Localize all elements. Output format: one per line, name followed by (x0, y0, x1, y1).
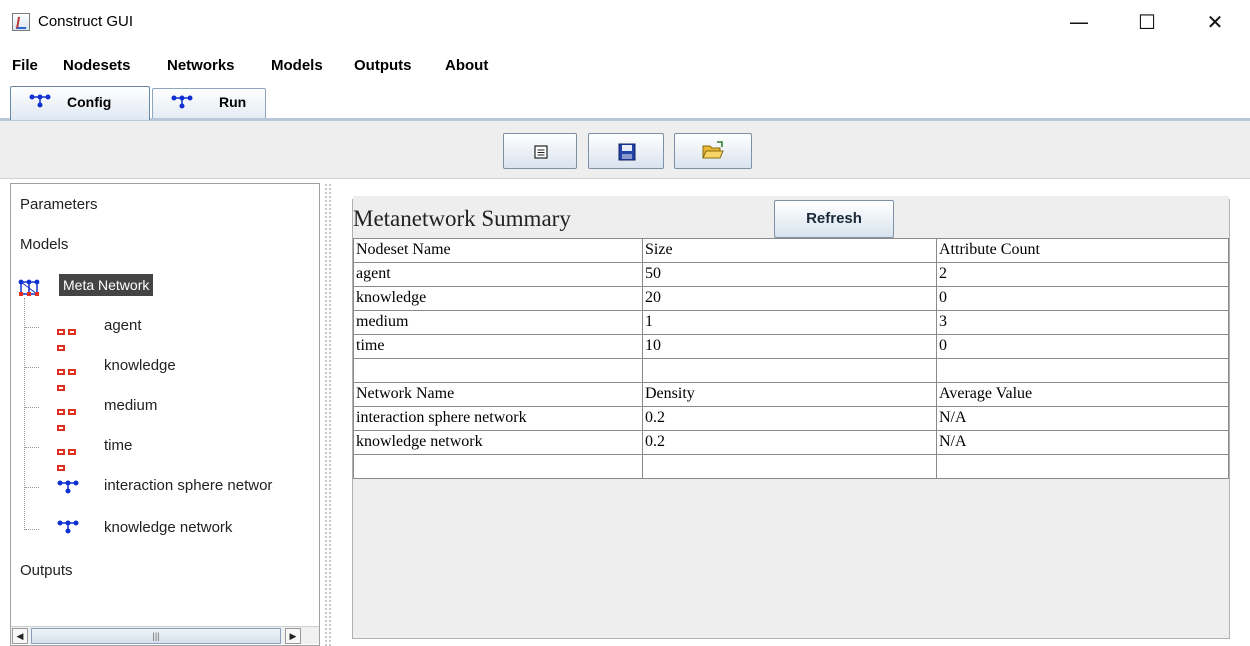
new-document-button[interactable] (503, 133, 577, 169)
table-cell: time (353, 334, 643, 359)
table-cell: 0.2 (642, 430, 937, 455)
table-cell: 20 (642, 286, 937, 311)
table-row: Nodeset Name Size Attribute Count (353, 238, 1229, 263)
title-bar: Construct GUI — ☐ ✕ (0, 0, 1250, 44)
tree-item-time[interactable]: time (104, 437, 132, 454)
table-cell: knowledge network (353, 430, 643, 455)
table-cell: 10 (642, 334, 937, 359)
table-cell (642, 358, 937, 383)
table-cell: 0.2 (642, 406, 937, 431)
tree-item-interaction-sphere-network[interactable]: interaction sphere networ (104, 477, 318, 494)
table-row-empty (353, 454, 1229, 479)
table-row-empty (353, 358, 1229, 383)
tree-outputs[interactable]: Outputs (20, 562, 73, 579)
menu-about[interactable]: About (445, 57, 488, 74)
tree-item-knowledge-network[interactable]: knowledge network (104, 519, 232, 536)
metanetwork-summary-table: Nodeset Name Size Attribute Count agent … (353, 238, 1229, 479)
toolbar (0, 121, 1250, 179)
tab-strip: Config Run (0, 84, 1250, 120)
tree-connector (25, 487, 39, 488)
close-button[interactable]: ✕ (1192, 0, 1238, 44)
network-icon (171, 95, 193, 109)
table-cell: 0 (936, 334, 1229, 359)
table-cell (936, 358, 1229, 383)
table-cell: interaction sphere network (353, 406, 643, 431)
nodeset-icon (57, 402, 87, 431)
menu-outputs[interactable]: Outputs (354, 57, 412, 74)
table-cell: 3 (936, 310, 1229, 335)
table-cell (353, 358, 643, 383)
tree-guide-line (24, 298, 25, 530)
tab-config-label: Config (67, 94, 112, 110)
nodeset-icon (57, 322, 87, 351)
tree-horizontal-scrollbar[interactable]: ◀ ||| ▶ (11, 626, 319, 644)
tab-run[interactable]: Run (152, 88, 266, 118)
tree-connector (25, 327, 39, 328)
tab-run-label: Run (219, 94, 247, 110)
table-header-cell: Network Name (353, 382, 643, 407)
table-header-cell: Size (642, 238, 937, 263)
table-cell: 50 (642, 262, 937, 287)
tree-item-agent[interactable]: agent (104, 317, 142, 334)
menu-bar: File Nodesets Networks Models Outputs Ab… (0, 52, 1250, 80)
tree-meta-network[interactable]: Meta Network (59, 274, 154, 296)
nodeset-icon (57, 362, 87, 391)
menu-file[interactable]: File (12, 57, 38, 74)
tree-models[interactable]: Models (20, 236, 68, 253)
tree-connector (25, 407, 39, 408)
table-row: knowledge 20 0 (353, 286, 1229, 311)
table-row: Network Name Density Average Value (353, 382, 1229, 407)
tree-connector (25, 367, 39, 368)
table-cell (642, 454, 937, 479)
table-row: agent 50 2 (353, 262, 1229, 287)
document-icon (534, 145, 548, 159)
network-icon (57, 480, 79, 494)
open-folder-button[interactable] (674, 133, 752, 169)
table-cell: medium (353, 310, 643, 335)
tree-item-knowledge[interactable]: knowledge (104, 357, 176, 374)
table-cell: knowledge (353, 286, 643, 311)
menu-models[interactable]: Models (271, 57, 323, 74)
tree-item-medium[interactable]: medium (104, 397, 157, 414)
table-row: time 10 0 (353, 334, 1229, 359)
tree-connector (25, 447, 39, 448)
network-icon (29, 94, 51, 108)
network-icon (57, 520, 79, 534)
refresh-button[interactable]: Refresh (774, 200, 894, 238)
table-header-cell: Density (642, 382, 937, 407)
table-row: knowledge network 0.2 N/A (353, 430, 1229, 455)
table-cell: 1 (642, 310, 937, 335)
scroll-right-arrow-icon[interactable]: ▶ (285, 628, 301, 644)
tree-parameters[interactable]: Parameters (20, 196, 98, 213)
table-header-cell: Nodeset Name (353, 238, 643, 263)
maximize-button[interactable]: ☐ (1124, 0, 1170, 44)
table-cell (936, 454, 1229, 479)
scroll-left-arrow-icon[interactable]: ◀ (12, 628, 28, 644)
table-cell: 0 (936, 286, 1229, 311)
tab-config[interactable]: Config (10, 86, 150, 120)
scroll-thumb[interactable]: ||| (31, 628, 281, 644)
table-cell (353, 454, 643, 479)
floppy-disk-icon (618, 143, 636, 161)
tree-connector (25, 529, 39, 530)
open-folder-icon (702, 141, 724, 159)
table-cell: agent (353, 262, 643, 287)
java-app-icon (12, 13, 30, 31)
meta-network-icon (18, 279, 40, 296)
summary-title-text: Metanetwork Summary (353, 206, 571, 231)
table-row: medium 1 3 (353, 310, 1229, 335)
table-cell: N/A (936, 406, 1229, 431)
nodeset-icon (57, 442, 87, 471)
save-button[interactable] (588, 133, 664, 169)
table-row: interaction sphere network 0.2 N/A (353, 406, 1229, 431)
menu-nodesets[interactable]: Nodesets (63, 57, 131, 74)
minimize-button[interactable]: — (1056, 0, 1102, 44)
table-header-cell: Average Value (936, 382, 1229, 407)
table-cell: N/A (936, 430, 1229, 455)
table-cell: 2 (936, 262, 1229, 287)
menu-networks[interactable]: Networks (167, 57, 235, 74)
table-header-cell: Attribute Count (936, 238, 1229, 263)
split-pane-divider[interactable] (324, 183, 332, 646)
window-title: Construct GUI (38, 13, 134, 30)
